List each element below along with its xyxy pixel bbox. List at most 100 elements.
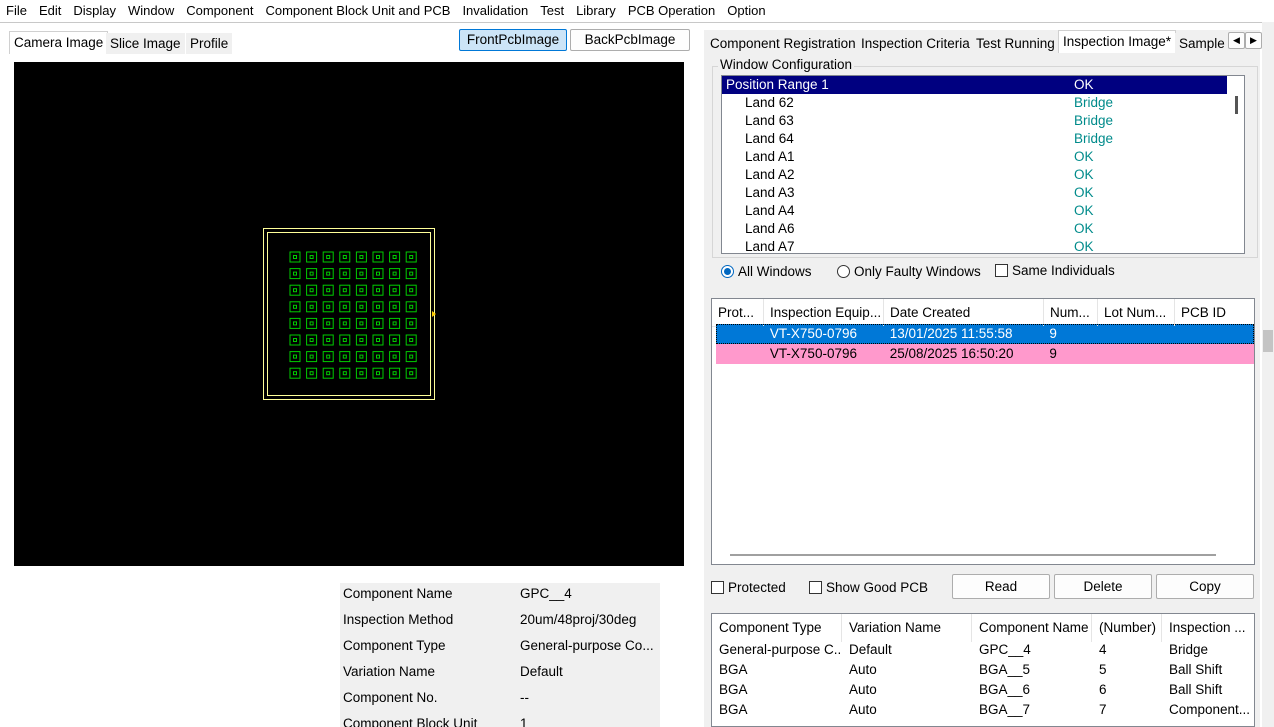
copy-button[interactable]: Copy <box>1156 574 1254 599</box>
land-pad-center <box>392 288 397 293</box>
window-row[interactable]: Land A6 OK <box>722 220 1244 238</box>
land-pad-center <box>342 354 347 359</box>
checkbox-label: Protected <box>728 580 786 595</box>
column-header-lot-number[interactable]: Lot Num... <box>1098 299 1175 326</box>
land-pad-window <box>322 334 334 346</box>
column-header-date-created[interactable]: Date Created <box>884 299 1044 326</box>
column-header-number[interactable]: (Number) <box>1092 614 1162 642</box>
component-outline-outer <box>263 228 435 400</box>
menu-edit[interactable]: Edit <box>33 0 67 22</box>
tab-slice-image[interactable]: Slice Image <box>106 33 185 54</box>
window-row[interactable]: Land 64 Bridge <box>722 130 1244 148</box>
window-vertical-scrollbar[interactable] <box>1262 22 1274 727</box>
tab-component-registration[interactable]: Component Registration <box>706 33 860 54</box>
tab-scroll-left-button[interactable]: ◀ <box>1228 32 1245 49</box>
column-header-inspection-equipment[interactable]: Inspection Equip... <box>764 299 884 326</box>
column-header-variation-name[interactable]: Variation Name <box>842 614 972 642</box>
arrow-left-icon: ◀ <box>1233 35 1240 45</box>
component-row[interactable]: BGA Auto BGA__6 6 Ball Shift <box>712 680 1254 700</box>
tab-inspection-criteria[interactable]: Inspection Criteria <box>857 33 974 54</box>
window-row[interactable]: Land A2 OK <box>722 166 1244 184</box>
all-windows-radio[interactable]: All Windows <box>721 264 812 279</box>
inspection-history-grid[interactable]: Prot... Inspection Equip... Date Created… <box>711 298 1255 565</box>
menu-window[interactable]: Window <box>122 0 180 22</box>
window-row[interactable]: Land A7 OK <box>722 238 1244 253</box>
window-row[interactable]: Land A1 OK <box>722 148 1244 166</box>
window-result: OK <box>1074 77 1094 92</box>
history-row[interactable]: VT-X750-0796 25/08/2025 16:50:20 9 <box>716 344 1254 364</box>
property-label: Component Block Unit <box>343 716 478 727</box>
land-pad-center <box>293 304 297 309</box>
history-row[interactable]: VT-X750-0796 13/01/2025 11:55:58 9 <box>716 324 1254 344</box>
window-list-scrollbar[interactable] <box>1227 76 1244 253</box>
menu-library[interactable]: Library <box>570 0 622 22</box>
window-list[interactable]: Position Range 1 OK Land 62 Bridge Land … <box>721 75 1245 254</box>
only-faulty-windows-radio[interactable]: Only Faulty Windows <box>837 264 981 279</box>
property-value: -- <box>520 690 529 705</box>
land-pad-window <box>306 301 318 313</box>
property-row: Inspection Method 20um/48proj/30deg <box>340 609 660 635</box>
same-individuals-checkbox[interactable]: Same Individuals <box>995 263 1115 278</box>
land-pad-center <box>326 255 331 259</box>
land-pad-center <box>409 321 414 326</box>
scrollbar-thumb[interactable] <box>1235 96 1238 114</box>
cell-component-name: BGA__5 <box>979 662 1031 677</box>
delete-button[interactable]: Delete <box>1054 574 1152 599</box>
column-header-number[interactable]: Num... <box>1044 299 1098 326</box>
column-header-component-name[interactable]: Component Name <box>972 614 1092 642</box>
land-pad-window <box>289 367 301 379</box>
window-row[interactable]: Land A4 OK <box>722 202 1244 220</box>
show-good-pcb-checkbox[interactable]: Show Good PCB <box>809 580 928 595</box>
tab-camera-image[interactable]: Camera Image <box>9 31 109 54</box>
menu-option[interactable]: Option <box>721 0 771 22</box>
land-pad-center <box>309 288 314 293</box>
tab-profile[interactable]: Profile <box>186 33 233 54</box>
land-pad-window <box>355 351 367 363</box>
land-pad-center <box>392 338 397 342</box>
component-row[interactable]: BGA Auto BGA__5 5 Ball Shift <box>712 660 1254 680</box>
tab-test-running[interactable]: Test Running <box>972 33 1059 54</box>
cell-date: 25/08/2025 16:50:20 <box>889 346 1014 361</box>
cell-variation-name: Auto <box>849 682 877 697</box>
scrollbar-thumb[interactable] <box>1263 330 1273 352</box>
menu-component-block-unit-pcb[interactable]: Component Block Unit and PCB <box>259 0 456 22</box>
window-row[interactable]: Land A3 OK <box>722 184 1244 202</box>
cell-inspection: Component... <box>1169 702 1251 717</box>
cell-inspection: Ball Shift <box>1169 682 1223 697</box>
column-header-pcb-id[interactable]: PCB ID <box>1175 299 1254 326</box>
tab-inspection-image[interactable]: Inspection Image* <box>1058 30 1177 53</box>
window-row[interactable]: Land 63 Bridge <box>722 112 1244 130</box>
menu-invalidation[interactable]: Invalidation <box>456 0 534 22</box>
land-pad-center <box>326 354 331 359</box>
menu-component[interactable]: Component <box>180 0 259 22</box>
camera-image-view[interactable] <box>14 62 684 566</box>
land-pad-window <box>339 334 351 346</box>
column-header-component-type[interactable]: Component Type <box>712 614 842 642</box>
history-horizontal-scrollbar[interactable] <box>730 554 1216 556</box>
window-row[interactable]: Land 62 Bridge <box>722 94 1244 112</box>
component-row[interactable]: BGA Auto BGA__7 7 Component... <box>712 700 1254 720</box>
land-pad-center <box>293 371 297 376</box>
menu-display[interactable]: Display <box>67 0 122 22</box>
tab-sample[interactable]: Sample <box>1175 33 1229 54</box>
menu-pcb-operation[interactable]: PCB Operation <box>622 0 721 22</box>
land-pad-center <box>309 371 314 376</box>
component-list[interactable]: Component Type Variation Name Component … <box>711 613 1255 727</box>
menu-file[interactable]: File <box>0 0 33 22</box>
land-pad-center <box>359 288 364 293</box>
read-button[interactable]: Read <box>952 574 1050 599</box>
column-header-protected[interactable]: Prot... <box>712 299 764 326</box>
land-pad-center <box>309 354 314 359</box>
land-pad-window <box>322 351 334 363</box>
component-row[interactable]: General-purpose C... Default GPC__4 4 Br… <box>712 640 1254 660</box>
land-pad-center <box>392 255 397 259</box>
window-row-position-range[interactable]: Position Range 1 OK <box>722 76 1244 94</box>
tab-scroll-right-button[interactable]: ▶ <box>1245 32 1262 49</box>
column-header-inspection[interactable]: Inspection ... <box>1162 614 1254 642</box>
back-pcb-image-button[interactable]: BackPcbImage <box>570 29 690 51</box>
land-pad-center <box>326 288 331 293</box>
front-pcb-image-button[interactable]: FrontPcbImage <box>459 29 567 51</box>
land-pad-center <box>376 354 380 359</box>
menu-test[interactable]: Test <box>534 0 570 22</box>
protected-checkbox[interactable]: Protected <box>711 580 786 595</box>
